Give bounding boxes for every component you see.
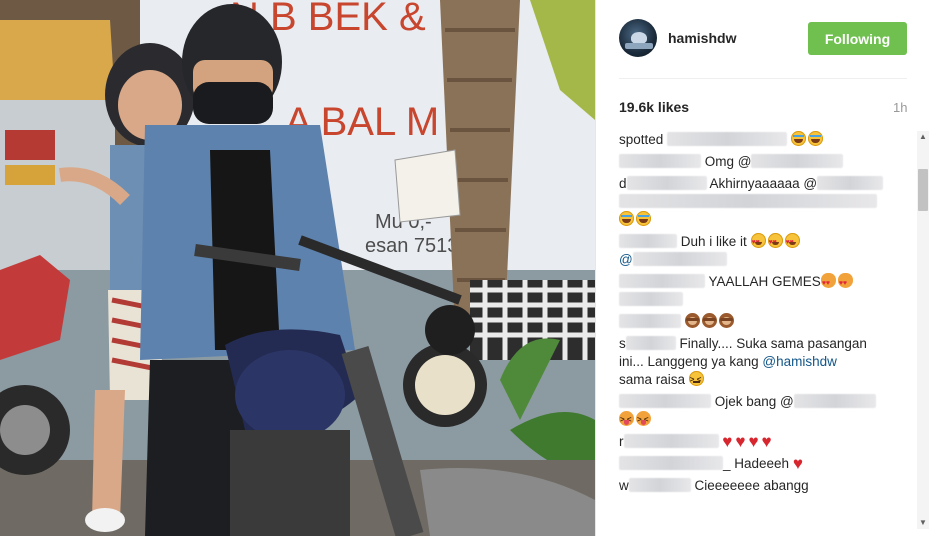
post-photo: N B BEK & A BAL M AH Mu 0,- esan 751348 bbox=[0, 0, 595, 536]
comment-text: Ojek bang @ bbox=[714, 394, 794, 409]
redacted-author[interactable] bbox=[619, 154, 701, 168]
heart-eyes-emoji-icon bbox=[750, 233, 766, 252]
redacted-mention[interactable] bbox=[793, 394, 876, 408]
confounded-emoji-icon bbox=[688, 371, 704, 389]
see-no-evil-monkey-icon bbox=[718, 313, 734, 328]
comment-text: _ Hadeeeh bbox=[723, 456, 790, 471]
redacted-author[interactable] bbox=[619, 234, 677, 248]
comment-author[interactable]: r bbox=[619, 434, 624, 449]
scroll-thumb[interactable] bbox=[918, 169, 928, 211]
comment: _ Hadeeeh ♥ bbox=[619, 455, 894, 473]
post-details-panel: hamishdw Following 19.6k likes 1h spotte… bbox=[595, 0, 929, 536]
comment: d Akhirnyaaaaaa @ bbox=[619, 175, 894, 229]
post-header: hamishdw Following bbox=[596, 0, 916, 78]
comment-text: Cieeeeeee abangg bbox=[694, 478, 809, 493]
redacted-author[interactable] bbox=[619, 456, 723, 470]
comment-text: Omg @ bbox=[704, 154, 752, 169]
comment: spotted bbox=[619, 131, 894, 149]
redacted-mention[interactable] bbox=[817, 176, 884, 190]
comment: r ♥ ♥ ♥ ♥ bbox=[619, 433, 894, 451]
scroll-down-icon[interactable]: ▼ bbox=[917, 517, 929, 529]
redacted-text bbox=[619, 194, 877, 208]
comment: s Finally.... Suka sama pasangan ini... … bbox=[619, 335, 894, 389]
heart-eyes-emoji-icon bbox=[767, 233, 783, 252]
redacted-mention[interactable] bbox=[751, 154, 844, 168]
heart-icon: ♥ bbox=[722, 432, 733, 451]
heart-eyes-cat-emoji-icon bbox=[837, 273, 853, 293]
following-button[interactable]: Following bbox=[808, 22, 907, 55]
comment-author[interactable]: s bbox=[619, 336, 626, 351]
comment-author[interactable]: spotted bbox=[619, 132, 663, 147]
comments-list: spotted Omg @ d Akhirnyaaaaaa @ Duh i li… bbox=[619, 131, 894, 499]
comment: Omg @ bbox=[619, 153, 894, 171]
redacted-author[interactable] bbox=[625, 336, 676, 350]
squinting-tongue-emoji-icon bbox=[619, 411, 634, 429]
see-no-evil-monkey-icon bbox=[684, 313, 700, 328]
post-time[interactable]: 1h bbox=[893, 100, 907, 115]
laughing-emoji-icon bbox=[790, 131, 806, 146]
comment-text-cont: sama raisa bbox=[619, 372, 686, 387]
divider bbox=[619, 78, 907, 79]
laughing-emoji-icon bbox=[619, 211, 634, 226]
heart-eyes-cat-emoji-icon bbox=[820, 273, 836, 293]
see-no-evil-monkey-icon bbox=[701, 313, 717, 328]
comment-text: Akhirnyaaaaaa @ bbox=[709, 176, 818, 191]
heart-eyes-emoji-icon bbox=[784, 233, 800, 252]
heart-icon: ♥ bbox=[735, 432, 746, 451]
redacted-author[interactable] bbox=[619, 394, 711, 408]
redacted-text bbox=[667, 132, 788, 146]
comment: Duh i like it @ bbox=[619, 233, 894, 269]
redacted-author[interactable] bbox=[626, 176, 707, 190]
comment bbox=[619, 313, 894, 331]
redacted-text bbox=[619, 292, 683, 306]
heart-icon: ♥ bbox=[748, 432, 759, 451]
photo-illustration: N B BEK & A BAL M AH Mu 0,- esan 751348 bbox=[0, 0, 595, 536]
heart-icon: ♥ bbox=[792, 454, 803, 473]
redacted-author[interactable] bbox=[623, 434, 719, 448]
redacted-mention[interactable] bbox=[632, 252, 727, 266]
scroll-up-icon[interactable]: ▲ bbox=[917, 131, 929, 143]
redacted-author[interactable] bbox=[628, 478, 691, 492]
heart-icon: ♥ bbox=[761, 432, 772, 451]
comment-author[interactable]: d bbox=[619, 176, 627, 191]
mention-link[interactable]: @hamishdw bbox=[762, 354, 836, 369]
likes-count[interactable]: 19.6k likes bbox=[619, 99, 689, 115]
comment: Ojek bang @ bbox=[619, 393, 894, 429]
mention-prefix[interactable]: @ bbox=[619, 252, 633, 267]
comment-text: YAALLAH GEMES bbox=[708, 274, 821, 289]
redacted-author[interactable] bbox=[619, 314, 681, 328]
username-link[interactable]: hamishdw bbox=[668, 30, 736, 46]
comments-scrollbar[interactable]: ▲ ▼ bbox=[917, 131, 929, 529]
comment-text: Duh i like it bbox=[680, 234, 747, 249]
redacted-author[interactable] bbox=[619, 274, 705, 288]
laughing-emoji-icon bbox=[636, 211, 651, 226]
avatar[interactable] bbox=[619, 19, 657, 57]
squinting-tongue-emoji-icon bbox=[636, 411, 651, 429]
laughing-emoji-icon bbox=[807, 131, 823, 146]
comment: w Cieeeeeee abangg bbox=[619, 477, 894, 495]
comment-author[interactable]: w bbox=[619, 478, 629, 493]
comment: YAALLAH GEMES bbox=[619, 273, 894, 309]
